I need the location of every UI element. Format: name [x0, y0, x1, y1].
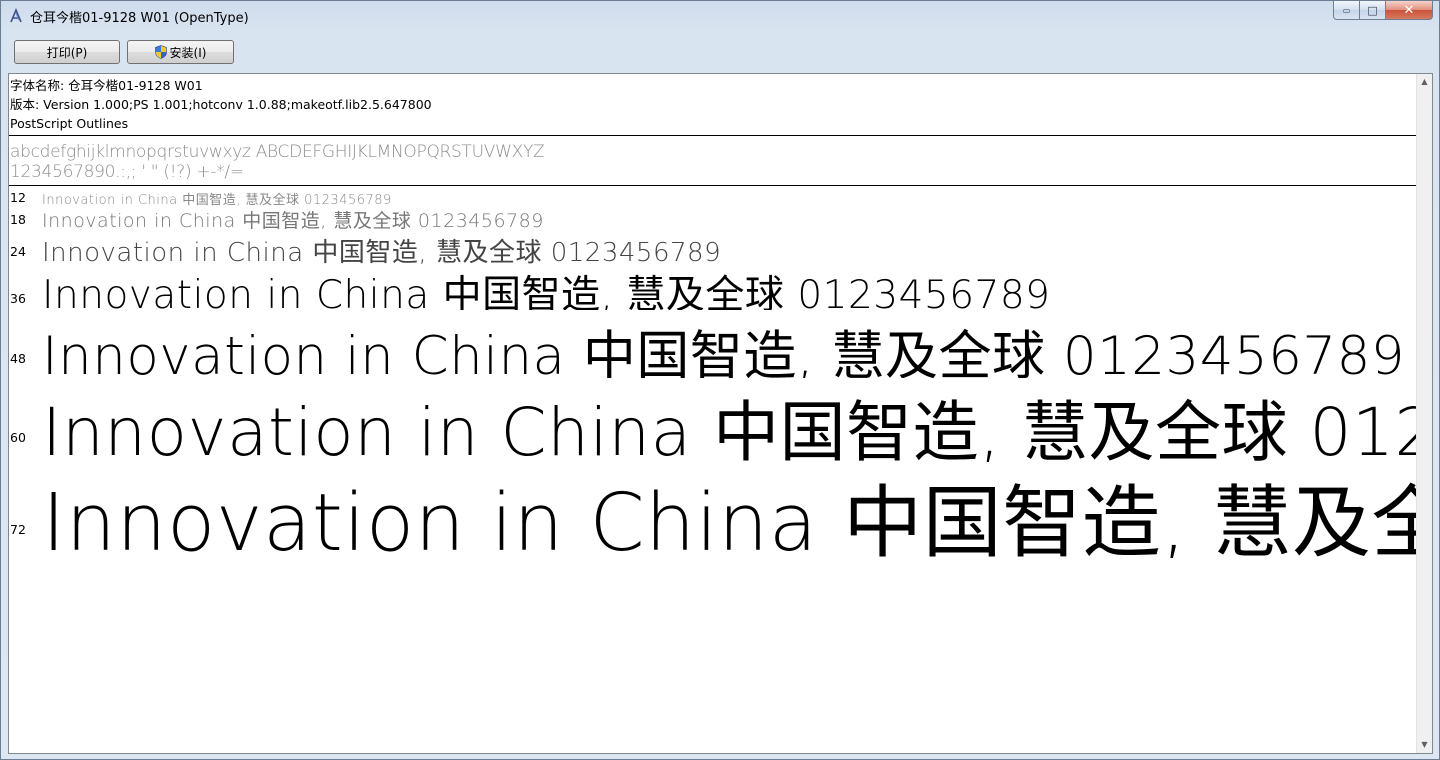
- font-name-line: 字体名称: 仓耳今楷01-9128 W01: [10, 78, 203, 93]
- sample-size-label: 60: [10, 430, 26, 445]
- sample-text: Innovation in China 中国智造, 慧及全球 012345678…: [42, 193, 392, 206]
- sample-row-36: 36 Innovation in China 中国智造, 慧及全球 012345…: [9, 264, 1417, 310]
- uac-shield-icon: [154, 45, 167, 59]
- character-set-preview: abcdefghijklmnopqrstuvwxyz ABCDEFGHIJKLM…: [10, 142, 545, 182]
- sample-text: Innovation in China 中国智造, 慧及全球 012345678…: [42, 394, 1417, 462]
- minimize-icon: ▭: [1342, 5, 1351, 15]
- font-viewer-window: 仓耳今楷01-9128 W01 (OpenType) ▭ □ ✕ 打印(P) 安…: [0, 0, 1440, 760]
- sample-text: Innovation in China 中国智造, 慧及全球 012345678…: [42, 326, 1406, 378]
- font-info: 字体名称: 仓耳今楷01-9128 W01 版本: Version 1.000;…: [10, 76, 432, 133]
- sample-row-24: 24 Innovation in China 中国智造, 慧及全球 012345…: [9, 232, 1417, 266]
- divider: [9, 135, 1417, 136]
- charset-letters: abcdefghijklmnopqrstuvwxyz ABCDEFGHIJKLM…: [10, 142, 545, 162]
- scroll-up-arrow-icon[interactable]: ▲: [1417, 74, 1432, 90]
- sample-row-12: 12 Innovation in China 中国智造, 慧及全球 012345…: [9, 188, 1417, 206]
- sample-text: Innovation in China 中国智造, 慧及全球 012345678…: [42, 210, 544, 232]
- sample-size-label: 48: [10, 351, 26, 366]
- maximize-button[interactable]: □: [1360, 1, 1386, 20]
- charset-digits-symbols: 1234567890.:,; ' " (!?) +-*/=: [10, 162, 244, 182]
- toolbar: 打印(P) 安装(I): [8, 37, 1432, 71]
- title-bar[interactable]: 仓耳今楷01-9128 W01 (OpenType) ▭ □ ✕: [1, 1, 1439, 31]
- sample-row-18: 18 Innovation in China 中国智造, 慧及全球 012345…: [9, 206, 1417, 232]
- sample-row-48: 48 Innovation in China 中国智造, 慧及全球 012345…: [9, 312, 1417, 378]
- sample-row-72: 72 Innovation in China 中国智造, 慧及全球 012345…: [9, 458, 1417, 558]
- sample-size-label: 36: [10, 291, 26, 306]
- close-icon: ✕: [1403, 2, 1415, 18]
- window-title: 仓耳今楷01-9128 W01 (OpenType): [30, 11, 249, 26]
- sample-size-label: 24: [10, 244, 26, 259]
- sample-text: Innovation in China 中国智造, 慧及全球 012345678…: [42, 477, 1417, 558]
- scroll-down-arrow-icon[interactable]: ▼: [1417, 737, 1432, 753]
- sample-size-label: 12: [10, 190, 26, 205]
- font-version-line: 版本: Version 1.000;PS 1.001;hotconv 1.0.8…: [10, 97, 432, 112]
- sample-text: Innovation in China 中国智造, 慧及全球 012345678…: [42, 238, 722, 266]
- print-button[interactable]: 打印(P): [14, 40, 120, 64]
- close-button[interactable]: ✕: [1386, 1, 1433, 20]
- sample-text: Innovation in China 中国智造, 慧及全球 012345678…: [42, 273, 1051, 310]
- caption-buttons: ▭ □ ✕: [1333, 1, 1433, 21]
- sample-row-60: 60 Innovation in China 中国智造, 慧及全球 012345…: [9, 378, 1417, 462]
- sample-size-label: 18: [10, 212, 26, 227]
- minimize-button[interactable]: ▭: [1333, 1, 1360, 20]
- sample-size-label: 72: [10, 522, 26, 537]
- install-button-label: 安装(I): [169, 45, 207, 60]
- divider: [9, 185, 1417, 186]
- print-button-label: 打印(P): [46, 45, 88, 60]
- maximize-icon: □: [1367, 3, 1378, 17]
- font-outline-type: PostScript Outlines: [10, 116, 129, 131]
- font-preview-pane: 字体名称: 仓耳今楷01-9128 W01 版本: Version 1.000;…: [8, 73, 1433, 754]
- font-app-icon: [10, 8, 22, 23]
- vertical-scrollbar[interactable]: ▲ ▼: [1416, 74, 1432, 753]
- install-button[interactable]: 安装(I): [127, 40, 234, 64]
